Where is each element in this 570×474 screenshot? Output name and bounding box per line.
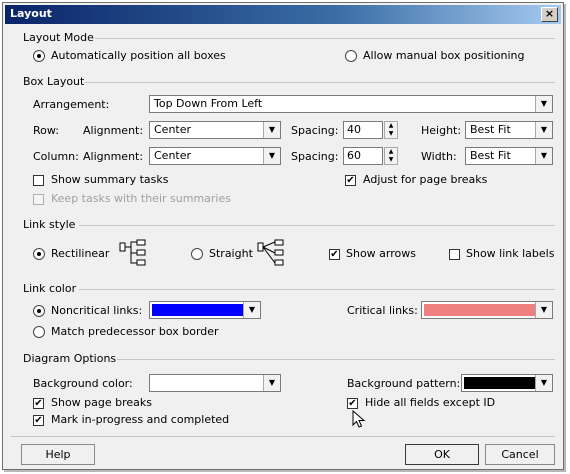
adjust-breaks-checkbox[interactable]: ✔ [345,175,356,186]
background-pattern-select[interactable]: ▼ [461,374,553,392]
dialog-title: Layout [10,7,52,20]
row-spacing-input[interactable]: 40 [343,121,383,139]
height-select[interactable]: Best Fit ▼ [465,121,553,139]
background-color-label: Background color: [33,377,133,390]
straight-radio[interactable] [191,248,203,260]
ok-button[interactable]: OK [405,444,479,465]
mark-progress-checkbox[interactable]: ✔ [33,415,44,426]
critical-label: Critical links: [347,304,418,317]
auto-position-label: Automatically position all boxes [51,49,226,62]
row-spacing-buttons[interactable]: ▲ ▼ [384,121,398,139]
noncritical-color-swatch [152,304,244,316]
row-spacing-label: Spacing: [291,124,339,137]
critical-color-swatch [424,304,536,316]
layout-dialog: Layout × Layout Mode Automatically posit… [2,2,564,470]
spin-up-icon[interactable]: ▲ [385,122,397,130]
row-alignment-dropdown-icon[interactable]: ▼ [263,122,280,138]
column-spacing-input[interactable]: 60 [343,147,383,165]
column-alignment-label: Alignment: [83,150,144,163]
noncritical-label: Noncritical links: [51,304,143,317]
column-spacing-label: Spacing: [291,150,339,163]
rectilinear-link-icon [119,239,146,266]
width-value: Best Fit [470,149,511,162]
background-color-dropdown-icon[interactable]: ▼ [263,375,280,391]
keep-tasks-label: Keep tasks with their summaries [51,192,231,205]
spin-up-icon[interactable]: ▲ [385,148,397,156]
manual-position-label: Allow manual box positioning [363,49,525,62]
box-layout-header: Box Layout [23,75,85,88]
row-alignment-select[interactable]: Center ▼ [149,121,281,139]
row-spacing-spinner[interactable]: 40 ▲ ▼ [343,121,398,139]
noncritical-dropdown-icon[interactable]: ▼ [243,302,260,318]
arrangement-dropdown-icon[interactable]: ▼ [535,96,552,112]
title-bar[interactable]: Layout × [5,5,561,24]
background-color-select[interactable]: ▼ [149,374,281,392]
column-spacing-spinner[interactable]: 60 ▲ ▼ [343,147,398,165]
box-layout-separator [85,82,555,83]
column-alignment-select[interactable]: Center ▼ [149,147,281,165]
rectilinear-label: Rectilinear [51,247,110,260]
critical-dropdown-icon[interactable]: ▼ [535,302,552,318]
column-alignment-value: Center [154,149,192,162]
auto-position-radio[interactable] [33,50,45,62]
mark-progress-label: Mark in-progress and completed [51,413,230,426]
hide-fields-label: Hide all fields except ID [365,396,496,409]
critical-color-select[interactable]: ▼ [421,301,553,319]
link-style-header: Link style [23,218,76,231]
arrangement-label: Arrangement: [33,98,110,111]
column-spacing-buttons[interactable]: ▲ ▼ [384,147,398,165]
show-page-breaks-label: Show page breaks [51,396,153,409]
rectilinear-radio[interactable] [33,248,45,260]
link-style-separator [79,225,555,226]
background-pattern-label: Background pattern: [347,377,461,390]
width-select[interactable]: Best Fit ▼ [465,147,553,165]
width-label: Width: [421,150,457,163]
bottom-separator [11,436,555,437]
height-value: Best Fit [470,123,511,136]
height-label: Height: [421,124,462,137]
width-dropdown-icon[interactable]: ▼ [535,148,552,164]
keep-tasks-checkbox [33,194,44,205]
show-page-breaks-checkbox[interactable]: ✔ [33,398,44,409]
show-arrows-label: Show arrows [346,247,416,260]
background-pattern-dropdown-icon[interactable]: ▼ [535,375,552,391]
match-predecessor-label: Match predecessor box border [51,325,219,338]
cancel-button[interactable]: Cancel [485,444,555,465]
row-alignment-value: Center [154,123,192,136]
show-arrows-checkbox[interactable]: ✔ [329,249,340,260]
noncritical-radio[interactable] [33,305,45,317]
show-link-labels-checkbox[interactable] [449,249,460,260]
layout-mode-separator [95,38,555,39]
link-color-header: Link color [23,282,77,295]
show-summary-checkbox[interactable] [33,175,44,186]
diagram-options-separator [117,359,555,360]
noncritical-color-select[interactable]: ▼ [149,301,261,319]
manual-position-radio[interactable] [345,50,357,62]
link-color-separator [79,289,555,290]
column-label: Column: [33,150,79,163]
straight-label: Straight [209,247,253,260]
layout-mode-header: Layout Mode [23,31,94,44]
spin-down-icon[interactable]: ▼ [385,156,397,164]
show-link-labels-label: Show link labels [466,247,555,260]
row-alignment-label: Alignment: [83,124,144,137]
show-summary-label: Show summary tasks [51,173,169,186]
adjust-breaks-label: Adjust for page breaks [363,173,488,186]
spin-down-icon[interactable]: ▼ [385,130,397,138]
hide-fields-checkbox[interactable]: ✔ [347,398,358,409]
arrangement-value: Top Down From Left [154,97,263,110]
background-pattern-swatch [464,377,536,389]
mouse-cursor-icon [352,410,366,428]
straight-link-icon [257,239,284,266]
match-predecessor-radio[interactable] [33,326,45,338]
column-alignment-dropdown-icon[interactable]: ▼ [263,148,280,164]
background-color-swatch [152,377,264,389]
help-button[interactable]: Help [21,444,95,465]
diagram-options-header: Diagram Options [23,352,117,365]
height-dropdown-icon[interactable]: ▼ [535,122,552,138]
row-label: Row: [33,124,59,137]
close-button[interactable]: × [541,7,558,22]
arrangement-select[interactable]: Top Down From Left ▼ [149,95,553,113]
